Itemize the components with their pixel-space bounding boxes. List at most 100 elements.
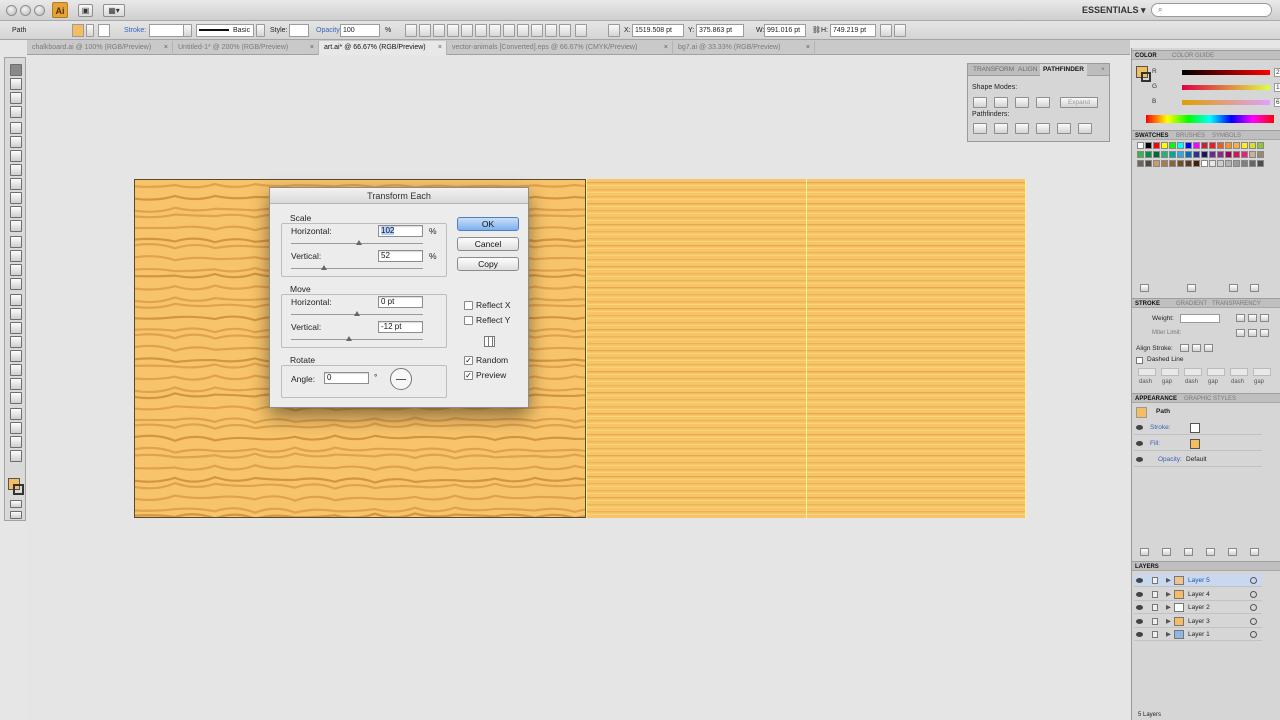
shape-builder-tool-icon[interactable] [10,294,22,306]
lock-icon[interactable] [1152,631,1158,638]
stroke-weight-dropdown[interactable] [183,24,192,37]
layer-row[interactable]: ▶ Layer 1 [1134,628,1262,641]
zoom-window-button[interactable] [34,5,45,16]
eye-icon[interactable] [1136,632,1143,637]
delete-item-icon[interactable] [1250,548,1259,556]
hand-tool-icon[interactable] [10,436,22,448]
dash-gap-field[interactable] [1230,368,1248,376]
swatch[interactable] [1145,142,1152,149]
layer-row[interactable]: ▶ Layer 3 [1134,615,1262,628]
eye-icon[interactable] [1136,425,1143,430]
scale-horizontal-input[interactable]: 102 [378,225,423,237]
rotate-tool-icon[interactable] [10,236,22,248]
move-horizontal-slider[interactable] [291,311,423,316]
layer-name[interactable]: Layer 4 [1188,588,1210,601]
width-field[interactable]: 991.016 pt [764,24,806,37]
swatch[interactable] [1225,142,1232,149]
tab-color[interactable]: COLOR [1135,51,1157,61]
appearance-stroke-row[interactable]: Stroke: [1134,421,1262,435]
fill-dropdown[interactable] [86,24,94,37]
tab-transform[interactable]: TRANSFORM [970,64,1017,76]
layer-name[interactable]: Layer 2 [1188,601,1210,614]
mesh-tool-icon[interactable] [10,322,22,334]
color-stroke-swatch[interactable] [1141,72,1151,82]
swatch[interactable] [1209,142,1216,149]
angle-input[interactable]: 0 [324,372,369,384]
expand-triangle-icon[interactable]: ▶ [1166,588,1171,601]
close-tab-icon[interactable]: × [438,41,442,55]
bridge-icon[interactable]: ▣ [78,4,93,17]
lock-icon[interactable] [1152,617,1158,625]
swatch[interactable] [1169,142,1176,149]
swatch-libraries-icon[interactable] [1140,284,1149,292]
stroke-weight-field[interactable] [149,24,185,37]
divide-icon[interactable] [973,123,987,134]
appearance-fill-row[interactable]: Fill: [1134,437,1262,451]
eye-icon[interactable] [1136,457,1143,462]
tab-art[interactable]: art.ai* @ 66.67% (RGB/Preview) × [319,41,447,55]
blue-value[interactable]: 67 [1274,98,1280,107]
dash-gap-field[interactable] [1207,368,1225,376]
symbol-sprayer-tool-icon[interactable] [10,378,22,390]
column-graph-tool-icon[interactable] [10,392,22,404]
swatch[interactable] [1257,160,1264,167]
x-position-field[interactable]: 1519.508 pt [632,24,684,37]
tab-color-guide[interactable]: COLOR GUIDE [1172,51,1214,61]
stroke-label[interactable]: Stroke: [124,24,146,37]
tab-chalkboard[interactable]: chalkboard.ai @ 100% (RGB/Preview) × [27,41,173,55]
swatch[interactable] [1177,160,1184,167]
tab-appearance[interactable]: APPEARANCE [1135,394,1177,404]
swatch[interactable] [1225,151,1232,158]
dash-gap-field[interactable] [1138,368,1156,376]
close-window-button[interactable] [6,5,17,16]
swatch[interactable] [1169,160,1176,167]
align-middle-button[interactable] [461,24,473,37]
layer-row[interactable]: ▶ Layer 2 [1134,601,1262,614]
outline-icon[interactable] [1057,123,1071,134]
align-right-button[interactable] [433,24,445,37]
opacity-field[interactable]: 100 [340,24,380,37]
pen-tool-icon[interactable] [10,122,22,134]
cap-butt-icon[interactable] [1236,314,1245,322]
minus-back-icon[interactable] [1078,123,1092,134]
align-to-dropdown[interactable] [575,24,587,37]
weight-field[interactable] [1180,314,1220,323]
line-tool-icon[interactable] [10,150,22,162]
eyedropper-tool-icon[interactable] [10,350,22,362]
graphic-style-field[interactable] [289,24,309,37]
swatch[interactable] [1209,160,1216,167]
minus-front-icon[interactable] [994,97,1008,108]
target-icon[interactable] [1250,590,1257,598]
trim-icon[interactable] [994,123,1008,134]
lock-icon[interactable] [1152,604,1158,611]
swatch[interactable] [1145,151,1152,158]
swatch[interactable] [1161,142,1168,149]
layer-name[interactable]: Layer 1 [1188,628,1210,641]
duplicate-item-icon[interactable] [1228,548,1237,556]
zoom-tool-icon[interactable] [10,450,22,462]
align-stroke-inside-icon[interactable] [1192,344,1201,352]
swatch[interactable] [1185,142,1192,149]
cancel-button[interactable]: Cancel [457,237,519,251]
tab-pathfinder[interactable]: PATHFINDER [1040,64,1087,76]
perspective-grid-tool-icon[interactable] [10,308,22,320]
swatch[interactable] [1241,142,1248,149]
swatch[interactable] [1217,151,1224,158]
artboard-tool-icon[interactable] [10,408,22,420]
swatch[interactable] [1225,160,1232,167]
eye-icon[interactable] [1136,591,1143,597]
copy-button[interactable]: Copy [457,257,519,271]
align-center-button[interactable] [419,24,431,37]
brush-dropdown[interactable] [256,24,265,37]
scale-tool-icon[interactable] [10,250,22,262]
tab-gradient[interactable]: GRADIENT [1176,299,1207,309]
join-round-icon[interactable] [1248,329,1257,337]
target-icon[interactable] [1250,604,1257,611]
swatch[interactable] [1233,151,1240,158]
intersect-icon[interactable] [1015,97,1029,108]
target-icon[interactable] [1250,617,1257,625]
y-position-field[interactable]: 375.863 pt [696,24,744,37]
tab-symbols[interactable]: SYMBOLS [1212,131,1241,141]
clear-appearance-icon[interactable] [1206,548,1215,556]
distribute-middle-button[interactable] [503,24,515,37]
